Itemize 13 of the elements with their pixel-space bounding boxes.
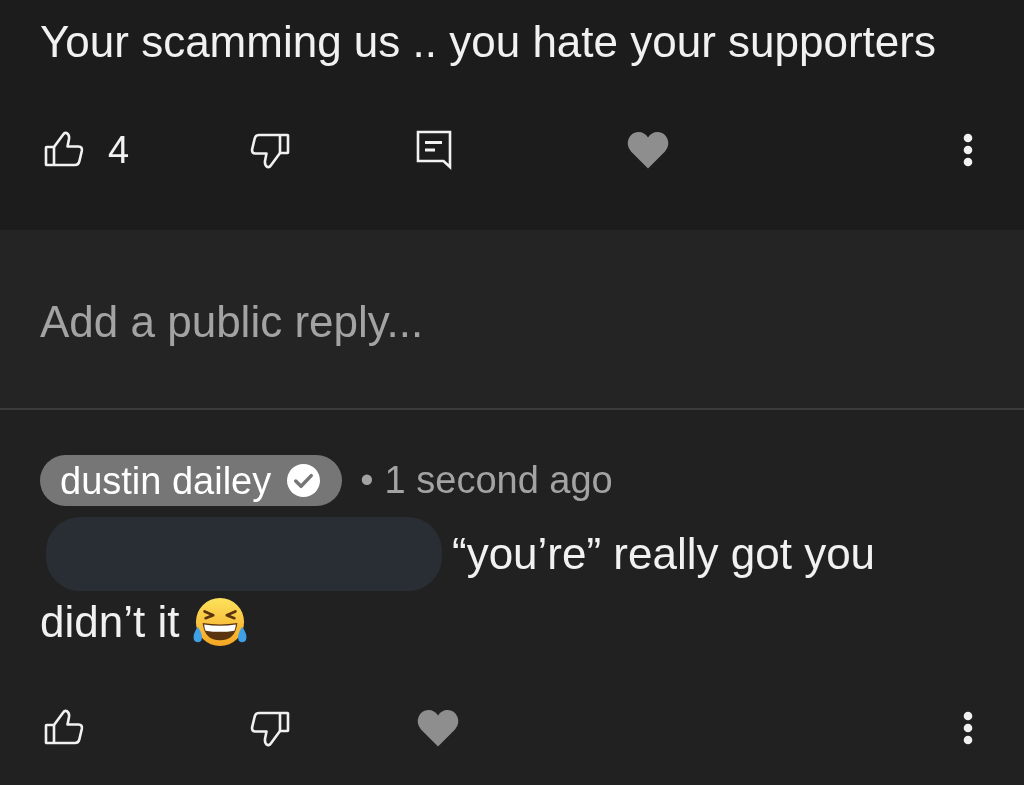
heart-icon	[416, 708, 460, 748]
speech-bubble-icon	[416, 130, 452, 170]
comment-text: didn’t it	[40, 596, 180, 648]
like-button[interactable]: 4	[40, 126, 134, 174]
comment-text: Your scamming us .. you hate your supporters	[40, 16, 937, 68]
more-options-icon	[962, 133, 974, 167]
heart-icon	[626, 130, 670, 170]
timestamp-text: 1 second ago	[384, 458, 613, 503]
reply-input[interactable]: Add a public reply...	[40, 292, 984, 352]
author-name-link[interactable]: dustin dailey	[40, 455, 343, 506]
comment-text: “you’re” really got you	[452, 528, 876, 580]
more-options-icon	[962, 711, 974, 745]
bullet-separator: •	[360, 458, 374, 503]
